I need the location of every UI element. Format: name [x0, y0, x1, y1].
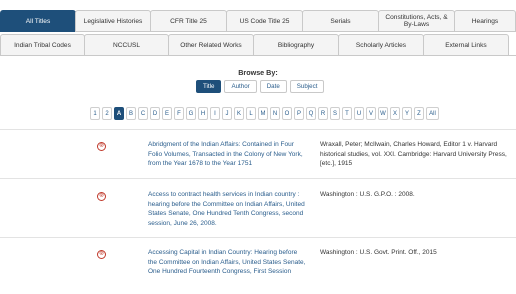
letter-link-y[interactable]: Y	[402, 107, 412, 120]
tab-constitutions[interactable]: Constitutions, Acts, & By-Laws	[378, 10, 455, 32]
tab-external-links[interactable]: External Links	[423, 34, 509, 56]
registered-icon: ®	[97, 192, 106, 201]
letter-link-x[interactable]: X	[390, 107, 400, 120]
alphabet-pagination: 1 2 A B C D E F G H I J K L M N O P Q R S T U V W X Y Z All	[90, 107, 441, 120]
letter-link-k[interactable]: K	[234, 107, 244, 120]
result-title-link[interactable]: Accessing Capital in Indian Country: Hea…	[148, 248, 308, 277]
browse-title-button[interactable]: Title	[196, 80, 222, 93]
registered-icon: ®	[97, 142, 106, 151]
tab-serials[interactable]: Serials	[302, 10, 379, 32]
letter-link-m[interactable]: M	[258, 107, 268, 120]
result-title-link[interactable]: Access to contract health services in In…	[148, 190, 308, 228]
tab-other-related-works[interactable]: Other Related Works	[168, 34, 254, 56]
letter-link-n[interactable]: N	[270, 107, 280, 120]
result-row: ® Access to contract health services in …	[0, 179, 516, 238]
tab-all-titles[interactable]: All Titles	[0, 10, 76, 32]
tab-scholarly-articles[interactable]: Scholarly Articles	[338, 34, 424, 56]
result-publication: Washington : U.S. Govt. Print. Off., 201…	[320, 249, 437, 256]
letter-link-w[interactable]: W	[378, 107, 388, 120]
result-row: ® Accessing Capital in Indian Country: H…	[0, 238, 516, 294]
tab-us-code-title-25[interactable]: US Code Title 25	[226, 10, 303, 32]
letter-link-b[interactable]: B	[126, 107, 136, 120]
browse-by-options: Title Author Date Subject	[196, 80, 327, 93]
browse-subject-button[interactable]: Subject	[289, 80, 325, 93]
result-publication: Washington : U.S. G.P.O. : 2008.	[320, 191, 415, 198]
tab-bibliography[interactable]: Bibliography	[253, 34, 339, 56]
letter-link-t[interactable]: T	[342, 107, 352, 120]
tab-legislative-histories[interactable]: Legislative Histories	[75, 10, 151, 32]
browse-author-button[interactable]: Author	[224, 80, 257, 93]
letter-link-v[interactable]: V	[366, 107, 376, 120]
tab-cfr-title-25[interactable]: CFR Title 25	[150, 10, 227, 32]
letter-link-r[interactable]: R	[318, 107, 328, 120]
browse-date-button[interactable]: Date	[259, 80, 287, 93]
tab-nccusl[interactable]: NCCUSL	[84, 34, 169, 56]
letter-link-z[interactable]: Z	[414, 107, 424, 120]
letter-link-s[interactable]: S	[330, 107, 340, 120]
letter-link-e[interactable]: E	[162, 107, 172, 120]
letter-link-q[interactable]: Q	[306, 107, 316, 120]
letter-link-d[interactable]: D	[150, 107, 160, 120]
letter-link-u[interactable]: U	[354, 107, 364, 120]
registered-icon: ®	[97, 250, 106, 259]
letter-link-f[interactable]: F	[174, 107, 184, 120]
letter-link-2[interactable]: 2	[102, 107, 112, 120]
tab-hearings[interactable]: Hearings	[454, 10, 516, 32]
letter-link-c[interactable]: C	[138, 107, 148, 120]
letter-link-g[interactable]: G	[186, 107, 196, 120]
letter-link-p[interactable]: P	[294, 107, 304, 120]
tab-indian-tribal-codes[interactable]: Indian Tribal Codes	[0, 34, 85, 56]
letter-link-all[interactable]: All	[426, 107, 439, 120]
letter-link-a[interactable]: A	[114, 107, 124, 120]
letter-link-h[interactable]: H	[198, 107, 208, 120]
tab-divider	[0, 55, 516, 56]
browse-by-label: Browse By:	[238, 68, 278, 77]
letter-link-l[interactable]: L	[246, 107, 256, 120]
letter-link-i[interactable]: I	[210, 107, 220, 120]
result-title-link[interactable]: Abridgment of the Indian Affairs: Contai…	[148, 140, 308, 169]
tab-row-1: All Titles Legislative Histories CFR Tit…	[0, 10, 516, 32]
tab-row-2: Indian Tribal Codes NCCUSL Other Related…	[0, 34, 509, 56]
result-row: ® Abridgment of the Indian Affairs: Cont…	[0, 130, 516, 179]
result-publication: Wraxall, Peter; McIlwain, Charles Howard…	[320, 141, 507, 168]
letter-link-j[interactable]: J	[222, 107, 232, 120]
letter-link-1[interactable]: 1	[90, 107, 100, 120]
letter-link-o[interactable]: O	[282, 107, 292, 120]
